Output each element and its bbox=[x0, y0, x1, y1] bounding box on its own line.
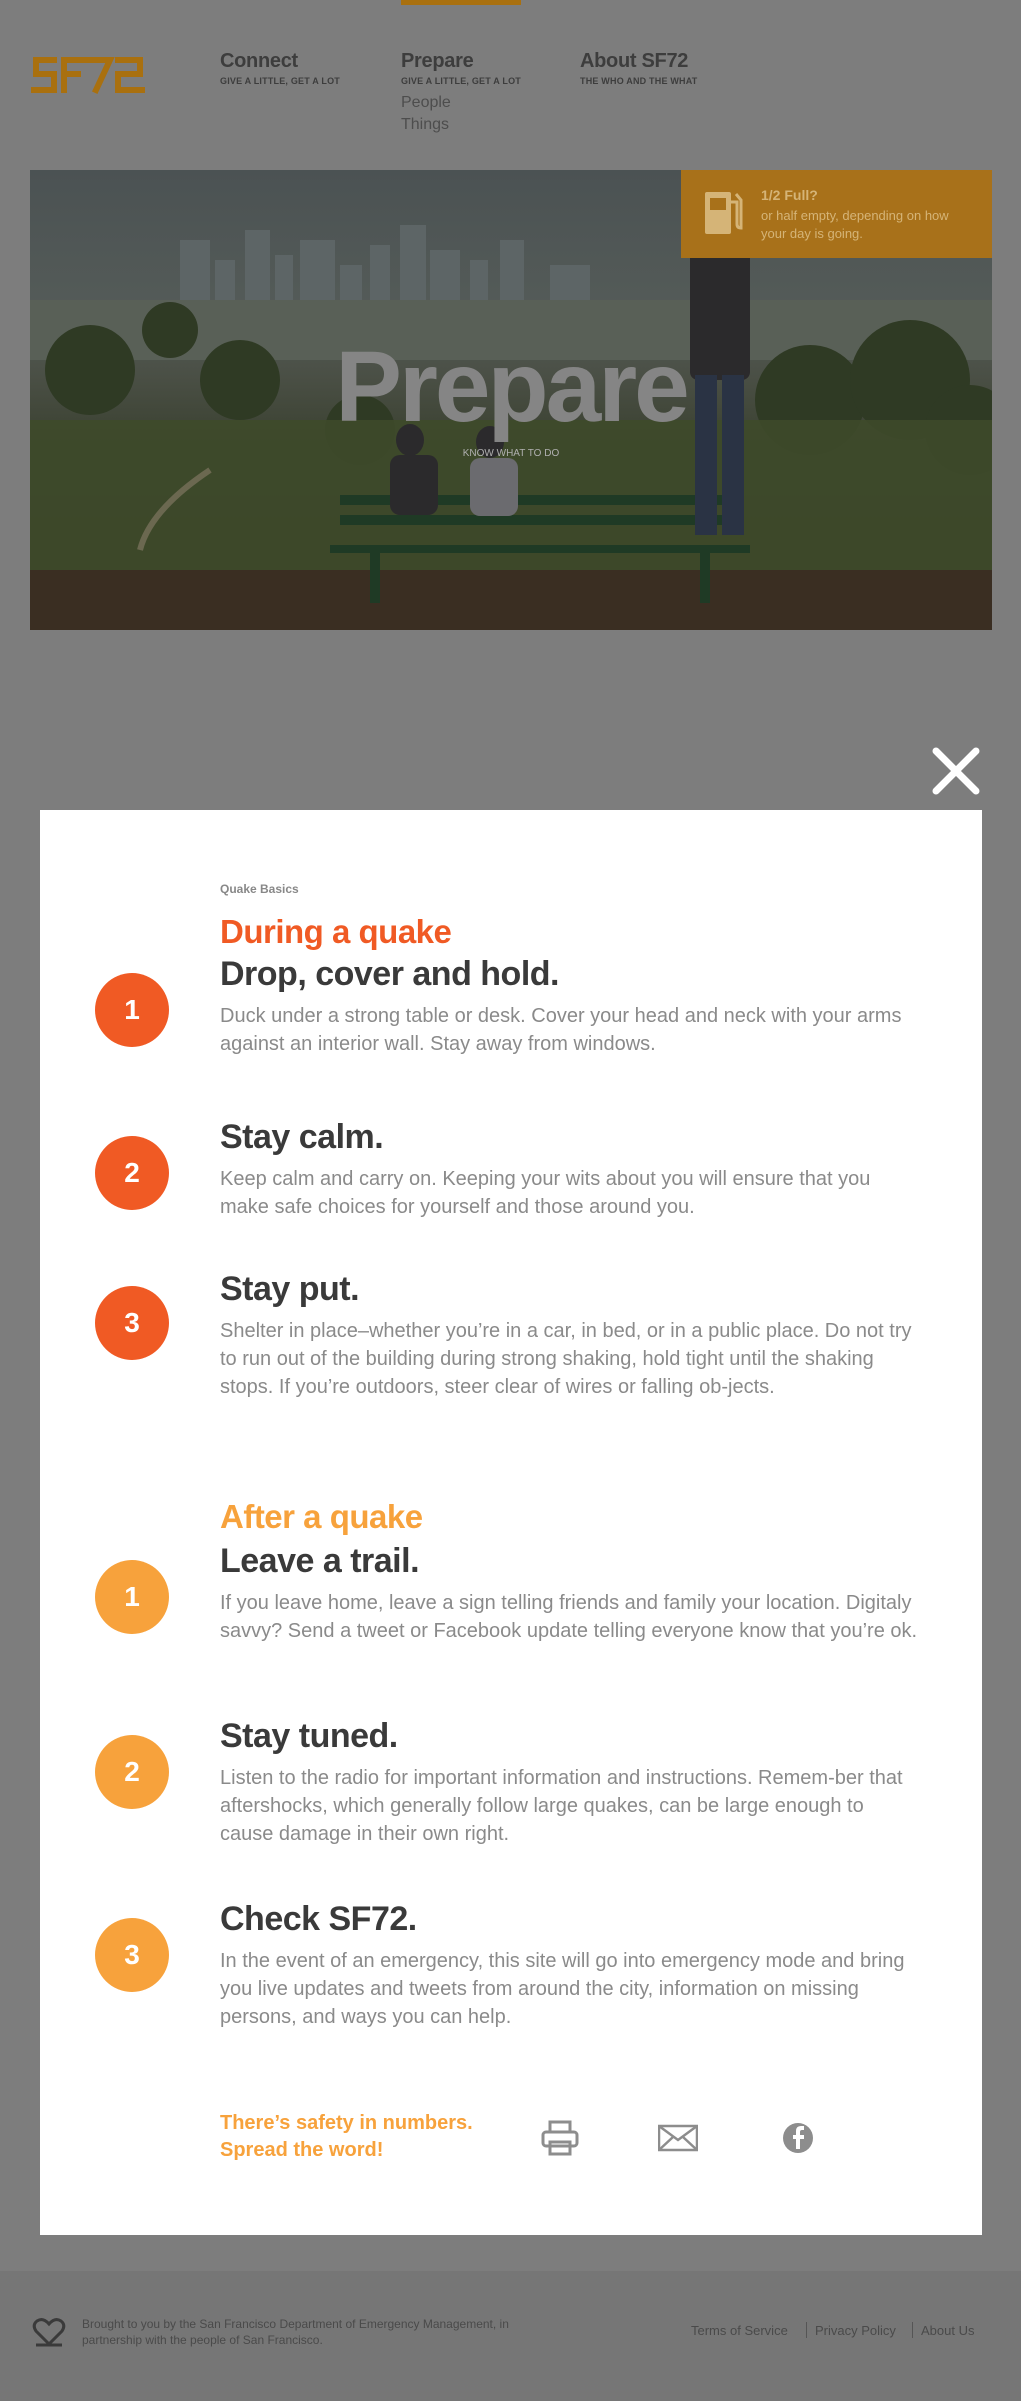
active-nav-indicator bbox=[401, 0, 521, 5]
hero-banner: Prepare KNOW WHAT TO DO 1/2 Full? or hal… bbox=[30, 170, 992, 630]
step-text: Shelter in place–whether you’re in a car… bbox=[220, 1320, 912, 1398]
nav-connect[interactable]: Connect GIVE A LITTLE, GET A LOT bbox=[220, 50, 340, 86]
nav-connect-title[interactable]: Connect bbox=[220, 50, 340, 73]
promo-title: 1/2 Full? bbox=[761, 187, 818, 203]
step-text: In the event of an emergency, this site … bbox=[220, 1950, 905, 2028]
nav-about-title[interactable]: About SF72 bbox=[580, 50, 697, 73]
nav-about-subtitle: THE WHO AND THE WHAT bbox=[580, 76, 698, 86]
nav-prepare[interactable]: Prepare GIVE A LITTLE, GET A LOT People … bbox=[401, 50, 521, 134]
nav-about[interactable]: About SF72 THE WHO AND THE WHAT bbox=[580, 50, 697, 86]
step-heading: Check SF72. bbox=[220, 1900, 417, 1938]
step-number-badge: 1 bbox=[95, 973, 169, 1047]
footer-divider bbox=[912, 2322, 913, 2338]
modal-kicker: Quake Basics bbox=[220, 882, 299, 896]
print-icon[interactable] bbox=[540, 2118, 580, 2158]
step-text: Duck under a strong table or desk. Cover… bbox=[220, 1005, 902, 1055]
step-heading: Leave a trail. bbox=[220, 1542, 420, 1580]
step-number-badge: 3 bbox=[95, 1286, 169, 1360]
fuel-pump-icon bbox=[705, 192, 743, 234]
fuel-promo-card[interactable]: 1/2 Full? or half empty, depending on ho… bbox=[681, 170, 992, 258]
nav-link-things[interactable]: Things bbox=[401, 116, 521, 134]
hero-subtitle: KNOW WHAT TO DO bbox=[462, 448, 560, 459]
step-text: If you leave home, leave a sign telling … bbox=[220, 1592, 918, 1642]
after-quake-title: After a quake bbox=[220, 1498, 423, 1535]
nav-link-people[interactable]: People bbox=[401, 94, 521, 112]
step-number-badge: 2 bbox=[95, 1136, 169, 1210]
step-heading: Drop, cover and hold. bbox=[220, 955, 559, 993]
share-line-2: Spread the word! bbox=[220, 2139, 384, 2161]
step-heading: Stay calm. bbox=[220, 1118, 384, 1156]
step-text: Listen to the radio for important inform… bbox=[220, 1767, 903, 1845]
step-heading: Stay put. bbox=[220, 1270, 360, 1308]
step-number-badge: 2 bbox=[95, 1735, 169, 1809]
step-heading: Stay tuned. bbox=[220, 1717, 398, 1755]
facebook-icon[interactable] bbox=[778, 2118, 818, 2158]
step-text: Keep calm and carry on. Keeping your wit… bbox=[220, 1168, 871, 1218]
close-icon[interactable] bbox=[930, 745, 982, 797]
step-number-badge: 3 bbox=[95, 1918, 169, 1992]
email-icon[interactable] bbox=[658, 2118, 698, 2158]
step-number-badge: 1 bbox=[95, 1560, 169, 1634]
hero-title: Prepare bbox=[335, 331, 689, 443]
nav-prepare-title[interactable]: Prepare bbox=[401, 50, 521, 73]
quake-basics-modal: Quake Basics During a quake 1 Drop, cove… bbox=[40, 810, 982, 2235]
footer-credit: Brought to you by the San Francisco Depa… bbox=[82, 2317, 509, 2347]
heart-icon bbox=[32, 2318, 66, 2347]
footer-link-about[interactable]: About Us bbox=[921, 2323, 974, 2338]
share-line-1: There’s safety in numbers. bbox=[220, 2112, 473, 2134]
footer-divider bbox=[806, 2322, 807, 2338]
footer-link-privacy[interactable]: Privacy Policy bbox=[815, 2323, 896, 2338]
during-quake-title: During a quake bbox=[220, 913, 452, 950]
sf72-logo[interactable] bbox=[30, 50, 148, 100]
nav-connect-subtitle: GIVE A LITTLE, GET A LOT bbox=[220, 76, 340, 86]
nav-prepare-subtitle: GIVE A LITTLE, GET A LOT bbox=[401, 76, 521, 86]
footer-link-terms[interactable]: Terms of Service bbox=[691, 2323, 788, 2338]
share-message: There’s safety in numbers. Spread the wo… bbox=[220, 2110, 473, 2164]
promo-text: or half empty, depending on how your day… bbox=[761, 208, 949, 241]
